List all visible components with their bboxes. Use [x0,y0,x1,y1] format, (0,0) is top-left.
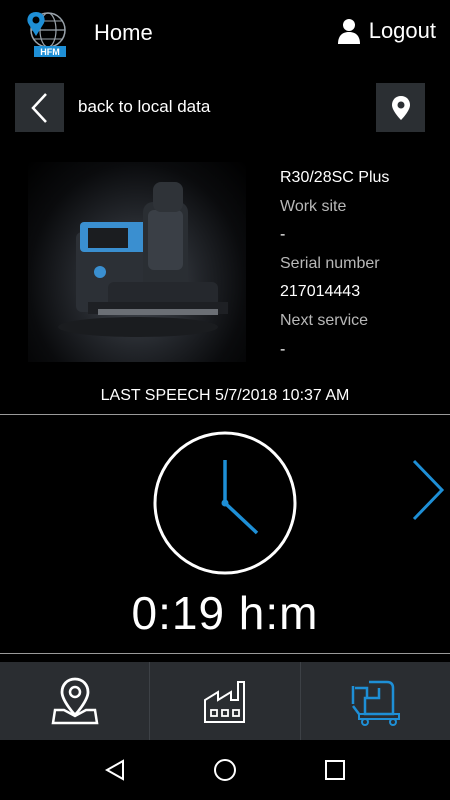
serial-number-label: Serial number [280,254,380,272]
machine-model: R30/28SC Plus [280,169,390,186]
chevron-right-icon [412,459,445,521]
divider-bottom [0,653,450,654]
chevron-left-icon [30,92,47,123]
hfm-logo[interactable]: HFM [22,8,70,58]
clock-icon [152,430,298,576]
next-service-label: Next service [280,311,369,329]
nav-home-button[interactable] [205,750,245,790]
page-title: Home [94,20,153,45]
location-pin-icon [391,95,410,120]
map-pin-icon [51,677,99,725]
tab-map[interactable] [0,662,151,740]
circle-home-icon [214,759,236,781]
back-button[interactable] [15,83,64,132]
factory-icon [203,681,245,723]
tab-machine[interactable] [301,662,450,740]
last-speech: LAST SPEECH 5/7/2018 10:37 AM [100,387,350,404]
machine-image [28,162,246,362]
work-site-value: - [280,226,286,244]
system-nav-bar [0,740,450,800]
triangle-back-icon [104,759,124,781]
logout-label: Logout [368,18,436,43]
machine-info: R30/28SC Plus Work site - Serial number … [280,168,445,368]
next-arrow-button[interactable] [408,455,448,525]
nav-back-button[interactable] [95,750,135,790]
square-recents-icon [325,760,345,780]
next-service-value: - [280,340,286,358]
app-header: HFM Home Logout [0,0,450,70]
work-site-label: Work site [280,197,347,215]
back-label[interactable]: back to local data [78,97,210,117]
user-icon [337,19,360,44]
scrubber-machine-icon [352,680,401,726]
tab-worksite[interactable] [150,662,301,740]
bottom-tab-bar [0,662,450,740]
location-button[interactable] [376,83,425,132]
back-bar: back to local data [0,80,450,134]
serial-number-value: 217014443 [280,283,361,301]
nav-recents-button[interactable] [315,750,355,790]
divider-top [0,414,450,415]
logo-text: HFM [40,47,60,57]
operating-hours: 0:19 h:m [131,587,319,639]
logout-button[interactable]: Logout [337,18,436,44]
